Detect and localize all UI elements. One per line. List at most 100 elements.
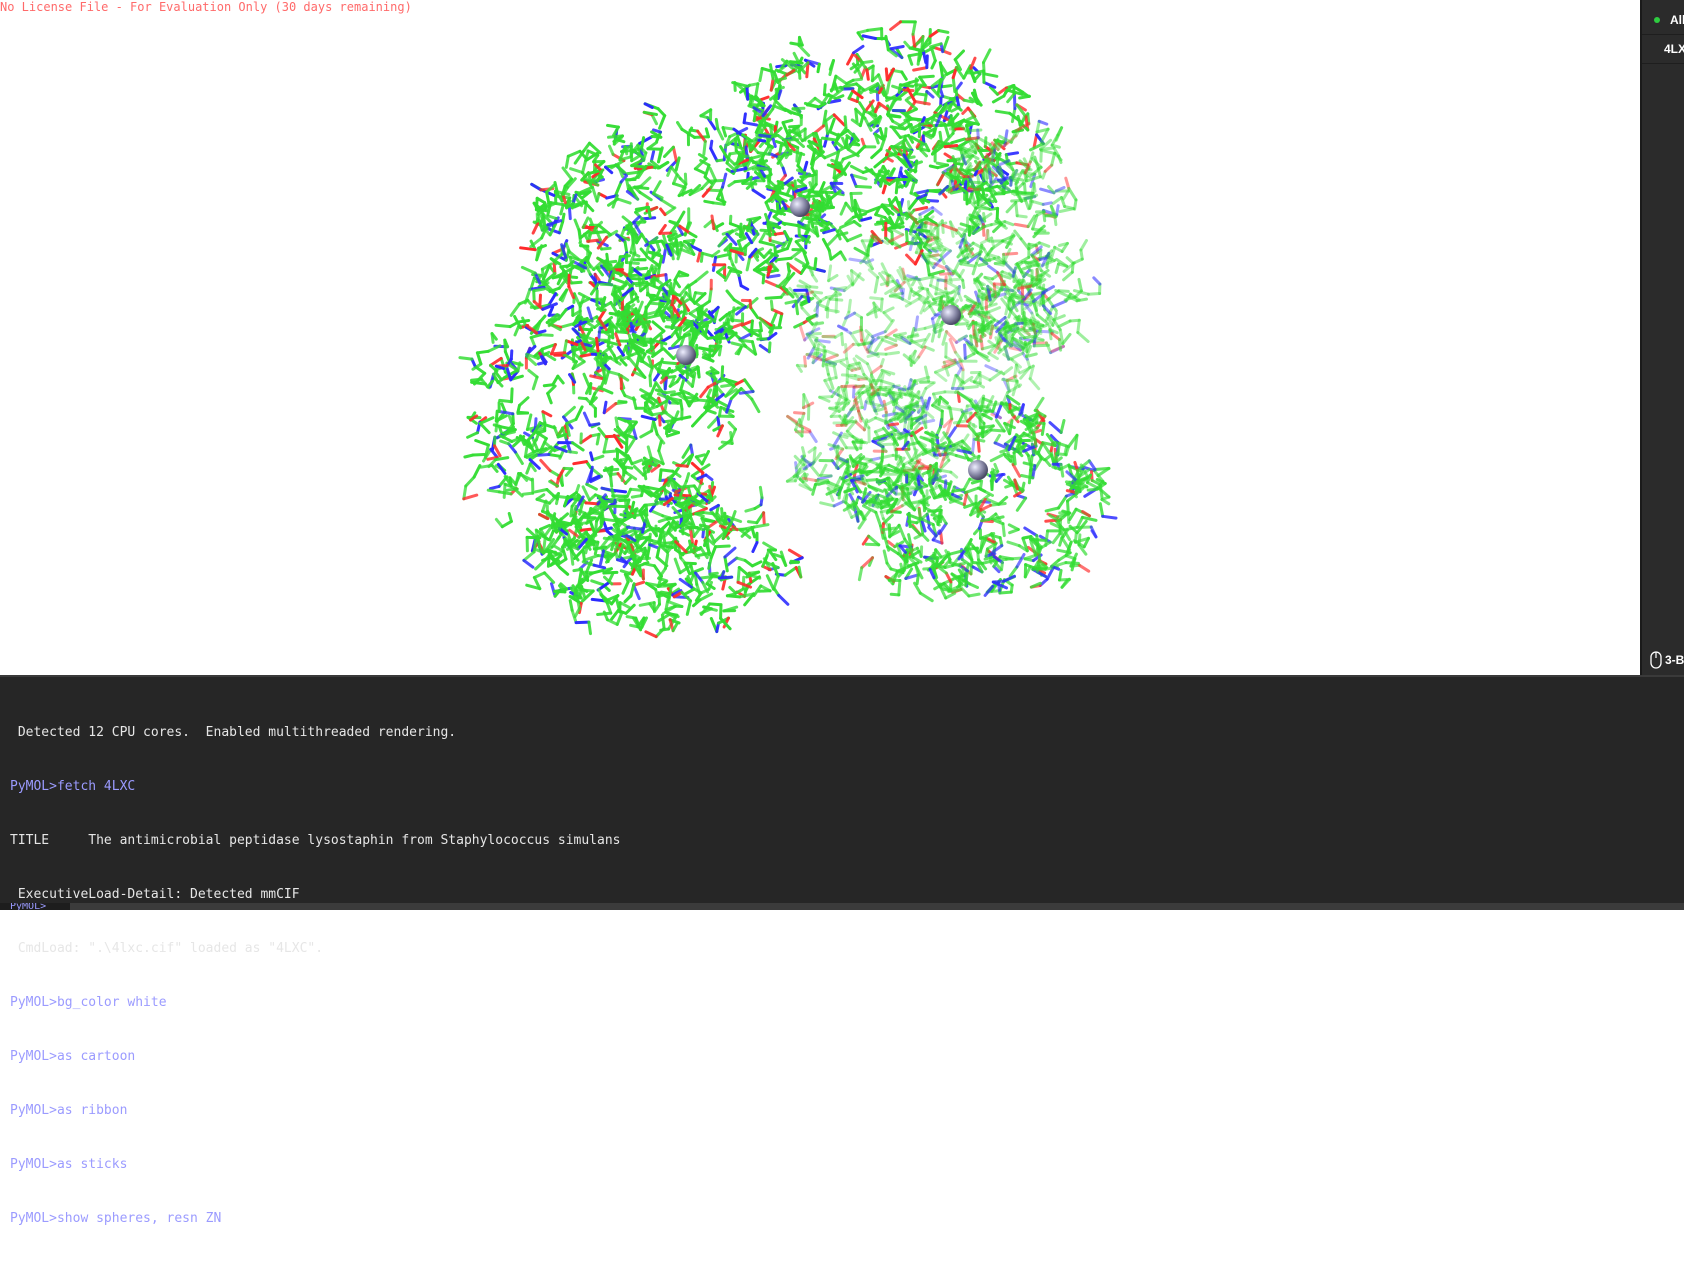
bond — [922, 388, 926, 397]
bond — [651, 303, 663, 304]
bond — [477, 353, 481, 364]
bond — [752, 562, 761, 566]
bond — [520, 398, 529, 406]
bond — [730, 248, 739, 249]
bond — [1042, 424, 1044, 435]
bond — [589, 622, 591, 634]
bond — [515, 489, 523, 496]
bond — [1064, 272, 1073, 280]
bond — [499, 412, 513, 414]
bond — [885, 538, 889, 550]
bond — [936, 550, 941, 557]
bond — [991, 454, 1004, 461]
bond — [1015, 435, 1028, 437]
bond — [760, 487, 762, 498]
bond — [830, 61, 834, 75]
bond — [1088, 489, 1097, 490]
bond — [799, 46, 809, 56]
bond — [965, 488, 978, 493]
bond — [1007, 381, 1009, 392]
bond — [894, 333, 905, 335]
bond — [911, 183, 914, 193]
bond — [537, 495, 544, 500]
bond — [1013, 381, 1017, 395]
bond — [675, 498, 683, 499]
bond — [561, 205, 564, 214]
bond — [621, 360, 626, 365]
bond — [675, 495, 690, 496]
bond — [875, 277, 878, 292]
bond — [713, 203, 724, 205]
bond — [854, 46, 863, 53]
bond — [939, 31, 948, 33]
bond — [862, 218, 871, 220]
bond — [993, 96, 1004, 102]
bond — [549, 455, 560, 457]
bond — [744, 123, 757, 125]
bond — [548, 386, 555, 393]
bond — [668, 398, 680, 401]
bond — [740, 340, 753, 342]
bond — [534, 291, 535, 302]
molecular-viewport[interactable]: No License File - For Evaluation Only (3… — [0, 0, 1640, 675]
bond — [952, 139, 965, 143]
bond — [673, 624, 677, 631]
bond — [940, 63, 942, 76]
bond — [989, 308, 1000, 312]
bond — [823, 357, 824, 367]
bond — [601, 284, 612, 285]
bond — [698, 251, 701, 262]
bond — [502, 521, 511, 526]
bond — [957, 414, 963, 426]
bond — [524, 552, 534, 561]
bond — [764, 513, 765, 524]
bond — [630, 263, 631, 275]
bond — [891, 22, 901, 30]
bond — [677, 465, 688, 466]
bond — [583, 160, 586, 173]
bond — [583, 550, 584, 561]
bond — [959, 294, 962, 301]
bond — [823, 337, 835, 338]
bond — [905, 42, 910, 48]
bond — [796, 301, 798, 314]
bond — [729, 182, 735, 186]
bond — [642, 218, 654, 219]
bond — [664, 349, 674, 359]
bond — [1010, 567, 1017, 576]
bond — [687, 601, 690, 615]
bond — [881, 299, 882, 311]
bond — [761, 97, 768, 99]
bond — [625, 172, 639, 174]
bond — [876, 340, 883, 351]
bond — [822, 138, 837, 140]
bond — [991, 504, 1006, 506]
bond — [512, 389, 513, 402]
bond — [522, 267, 535, 273]
bond — [700, 577, 712, 578]
bond — [1082, 517, 1096, 520]
bond — [869, 270, 878, 278]
bond — [625, 242, 627, 253]
bond — [886, 69, 887, 80]
bond — [625, 396, 635, 400]
bond — [725, 557, 727, 571]
bond — [650, 241, 662, 243]
bond — [559, 310, 566, 319]
bond — [659, 256, 662, 268]
bond — [963, 387, 977, 388]
bond — [465, 455, 473, 457]
bond — [1017, 555, 1024, 568]
bond — [809, 205, 823, 206]
bond — [931, 44, 942, 47]
bond — [561, 324, 574, 328]
bond — [736, 139, 737, 151]
bond — [937, 163, 947, 165]
bond — [1078, 320, 1080, 332]
bond — [919, 509, 920, 519]
bond — [476, 441, 489, 446]
bond — [628, 527, 641, 529]
bond — [1079, 565, 1088, 571]
bond — [610, 146, 614, 154]
bond — [766, 297, 781, 298]
